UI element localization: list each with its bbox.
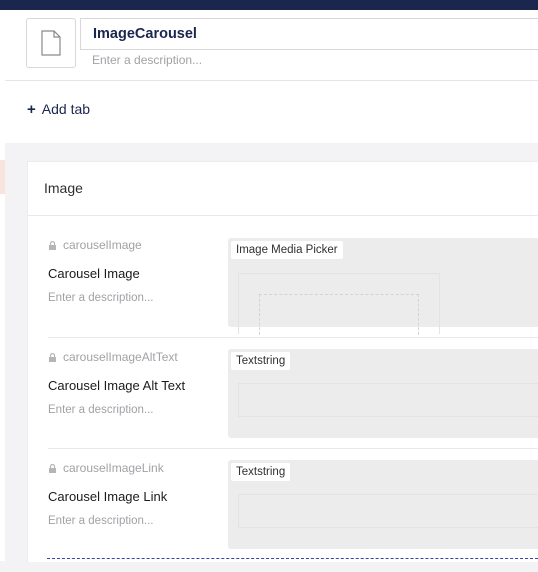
document-type-name-input[interactable]: ImageCarousel	[80, 18, 538, 50]
property-name: Carousel Image Link	[48, 489, 168, 504]
group-header: Image	[28, 162, 538, 216]
document-type-description-input[interactable]: Enter a description...	[92, 53, 202, 67]
tabs-bar: + Add tab	[5, 81, 538, 143]
document-type-header: ImageCarousel Enter a description...	[5, 10, 538, 81]
textstring-preview	[238, 494, 538, 528]
property-alias-text: carouselImage	[63, 238, 142, 252]
lock-icon[interactable]	[48, 241, 57, 250]
left-panel-highlight	[0, 160, 5, 194]
property-alias: carouselImageLink	[48, 461, 164, 475]
property-alias-text: carouselImageAltText	[63, 350, 178, 364]
editor-type-tag: Textstring	[231, 352, 291, 370]
add-property-drop-indicator[interactable]	[47, 558, 538, 559]
property-description: Enter a description...	[48, 292, 154, 304]
property-editor-preview[interactable]: Textstring	[228, 460, 538, 549]
add-tab-label: Add tab	[41, 101, 91, 117]
lock-icon[interactable]	[48, 353, 57, 362]
group-title-input[interactable]: Image	[44, 180, 83, 196]
property-alias: carouselImageAltText	[48, 350, 178, 364]
lock-icon[interactable]	[48, 464, 57, 473]
property-alias-text: carouselImageLink	[63, 461, 164, 475]
property-alias: carouselImage	[48, 238, 142, 252]
top-navigation-bar	[0, 0, 538, 10]
document-icon	[41, 30, 61, 56]
property-description: Enter a description...	[48, 515, 154, 527]
media-picker-preview	[238, 273, 440, 335]
property-name: Carousel Image Alt Text	[48, 378, 186, 393]
property-row[interactable]: carouselImageLink Carousel Image Link En…	[48, 448, 538, 572]
document-type-icon-picker[interactable]	[26, 18, 76, 68]
property-editor-preview[interactable]: Image Media Picker	[228, 238, 538, 335]
property-group-image: Image carouselImage Carousel Image Enter…	[27, 161, 538, 562]
editor-type-tag: Image Media Picker	[231, 241, 343, 259]
property-description: Enter a description...	[48, 404, 154, 416]
property-row[interactable]: carouselImageAltText Carousel Image Alt …	[48, 337, 538, 461]
editor-type-tag: Textstring	[231, 463, 291, 481]
property-row[interactable]: carouselImage Carousel Image Enter a des…	[48, 238, 538, 349]
property-name: Carousel Image	[48, 266, 140, 281]
media-picker-dropzone	[259, 294, 419, 335]
textstring-preview	[238, 383, 538, 417]
plus-icon: +	[27, 101, 36, 118]
add-tab-button[interactable]: + Add tab	[27, 101, 90, 118]
property-editor-preview[interactable]: Textstring	[228, 349, 538, 438]
